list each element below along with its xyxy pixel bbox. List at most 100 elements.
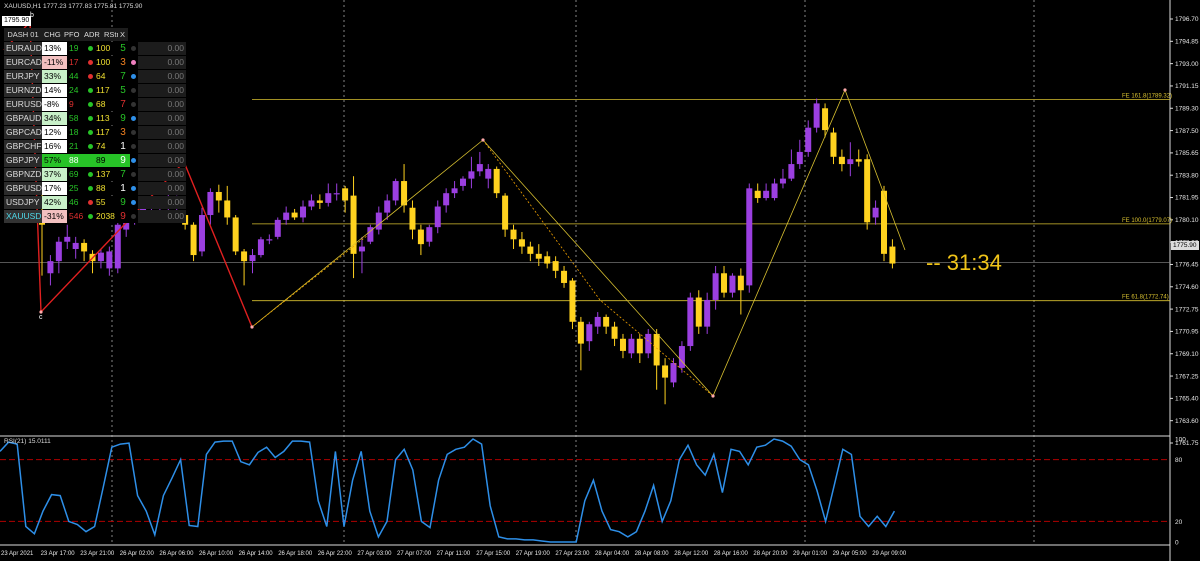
status-dot-icon xyxy=(87,84,94,97)
bear-candle xyxy=(401,181,408,206)
change-cell: 42% xyxy=(42,196,67,209)
bull-candle xyxy=(451,188,458,194)
bear-candle xyxy=(695,297,702,327)
bull-candle xyxy=(283,212,290,220)
dashboard-row-gbpaud[interactable]: GBPAUD 34% 58 113 9 0.00 xyxy=(4,112,186,125)
dashboard-header: DASH 01 CHG PFO ADR RStr X xyxy=(4,28,186,41)
bull-candle xyxy=(443,193,450,206)
x-dot-icon xyxy=(131,88,136,93)
rstr-cell: 9 xyxy=(116,154,130,167)
symbol-cell[interactable]: EURAUD xyxy=(4,42,42,55)
symbol-cell[interactable]: USDJPY xyxy=(4,196,42,209)
dashboard-row-eurusd[interactable]: EURUSD -8% 9 68 7 0.00 xyxy=(4,98,186,111)
bull-candle xyxy=(704,299,711,327)
symbol-cell[interactable]: GBPJPY xyxy=(4,154,42,167)
bull-candle xyxy=(670,363,677,383)
bear-candle xyxy=(830,132,837,157)
bull-candle xyxy=(198,215,205,252)
rstr-cell: 7 xyxy=(116,168,130,181)
x-dot-icon xyxy=(131,144,136,149)
bear-candle xyxy=(417,229,424,245)
price-tick-label: 1769.10 xyxy=(1175,351,1199,358)
bear-candle xyxy=(215,191,222,201)
status-dot-icon xyxy=(87,168,94,181)
x-dot-icon xyxy=(130,140,138,153)
bull-candle xyxy=(460,178,466,186)
bull-candle xyxy=(586,324,593,342)
bear-candle xyxy=(889,246,896,264)
dashboard-row-eurjpy[interactable]: EURJPY 33% 44 64 7 0.00 xyxy=(4,70,186,83)
dashboard-row-eurnzd[interactable]: EURNZD 14% 24 117 5 0.00 xyxy=(4,84,186,97)
symbol-cell[interactable]: GBPUSD xyxy=(4,182,42,195)
bear-candle xyxy=(81,242,88,252)
adr-cell: 89 xyxy=(94,154,116,167)
bear-candle xyxy=(619,338,626,351)
price-tick-label: 1794.85 xyxy=(1175,39,1199,46)
current-price-tag: 1775.90 xyxy=(1171,241,1199,250)
bear-candle xyxy=(855,159,862,162)
bull-candle xyxy=(308,200,315,207)
symbol-cell[interactable]: EURCAD xyxy=(4,56,42,69)
dashboard-row-gbpjpy[interactable]: GBPJPY 57% 88 89 9 0.00 xyxy=(4,154,186,167)
rstr-cell: 1 xyxy=(116,182,130,195)
time-tick-label: 28 Apr 20:00 xyxy=(753,551,788,557)
change-cell: 34% xyxy=(42,112,67,125)
pfo-cell: 88 xyxy=(67,154,87,167)
dashboard-row-euraud[interactable]: EURAUD 13% 19 100 5 0.00 xyxy=(4,42,186,55)
status-dot-icon xyxy=(88,144,93,149)
pivot-point xyxy=(843,88,847,92)
adr-cell: 117 xyxy=(94,84,116,97)
price-box: 1795.90 xyxy=(2,16,32,26)
bear-candle xyxy=(510,229,517,240)
status-dot-icon xyxy=(88,186,93,191)
value-cell: 0.00 xyxy=(138,42,186,55)
rstr-cell: 9 xyxy=(116,196,130,209)
symbol-cell[interactable]: EURJPY xyxy=(4,70,42,83)
rstr-cell: 5 xyxy=(116,42,130,55)
dashboard-row-gbpchf[interactable]: GBPCHF 16% 21 74 1 0.00 xyxy=(4,140,186,153)
time-tick-label: 27 Apr 23:00 xyxy=(555,551,590,557)
symbol-cell[interactable]: GBPCAD xyxy=(4,126,42,139)
dashboard-row-gbpusd[interactable]: GBPUSD 17% 25 88 1 0.00 xyxy=(4,182,186,195)
symbol-cell[interactable]: XAUUSD xyxy=(4,210,42,223)
status-dot-icon xyxy=(88,74,93,79)
rstr-cell: 7 xyxy=(116,98,130,111)
bull-candle xyxy=(847,159,854,165)
status-dot-icon xyxy=(88,158,93,163)
bull-candle xyxy=(375,212,382,230)
symbol-cell[interactable]: GBPCHF xyxy=(4,140,42,153)
bear-candle xyxy=(409,207,416,230)
chart-window[interactable]: 1796.70 1794.85 1793.00 1791.15 1789.30 1787.… xyxy=(0,0,1200,561)
change-cell: -8% xyxy=(42,98,67,111)
symbol-cell[interactable]: GBPAUD xyxy=(4,112,42,125)
bear-candle xyxy=(603,316,610,327)
dashboard-row-usdjpy[interactable]: USDJPY 42% 46 55 9 0.00 xyxy=(4,196,186,209)
dashboard-row-xauusd[interactable]: XAUUSD -31% 546 2038 9 0.00 xyxy=(4,210,186,223)
symbol-cell[interactable]: EURUSD xyxy=(4,98,42,111)
bull-candle xyxy=(468,171,475,179)
pivot-point xyxy=(481,138,485,142)
symbol-cell[interactable]: EURNZD xyxy=(4,84,42,97)
chart-title: XAUUSD,H1 1777.23 1777.83 1775.81 1775.9… xyxy=(4,3,143,10)
time-tick-label: 26 Apr 02:00 xyxy=(120,551,155,557)
time-tick-label: 23 Apr 2021 xyxy=(1,551,34,557)
status-dot-icon xyxy=(87,70,94,83)
bull-candle xyxy=(72,242,79,249)
price-tick-label: 1780.10 xyxy=(1175,217,1199,224)
x-dot-icon xyxy=(131,214,136,219)
bear-candle xyxy=(611,326,618,339)
dashboard-row-gbpnzd[interactable]: GBPNZD 37% 69 137 7 0.00 xyxy=(4,168,186,181)
adr-cell: 100 xyxy=(94,42,116,55)
rstr-cell: 9 xyxy=(116,112,130,125)
x-dot-icon xyxy=(131,130,136,135)
bull-candle xyxy=(779,178,786,184)
value-cell: 0.00 xyxy=(138,112,186,125)
dashboard-row-eurcad[interactable]: EURCAD -11% 17 100 3 0.00 xyxy=(4,56,186,69)
x-dot-icon xyxy=(130,182,138,195)
dashboard-row-gbpcad[interactable]: GBPCAD 12% 18 117 3 0.00 xyxy=(4,126,186,139)
value-cell: 0.00 xyxy=(138,56,186,69)
symbol-cell[interactable]: GBPNZD xyxy=(4,168,42,181)
rsi-tick-label: 0 xyxy=(1175,540,1179,547)
status-dot-icon xyxy=(87,56,94,69)
status-dot-icon xyxy=(88,102,93,107)
